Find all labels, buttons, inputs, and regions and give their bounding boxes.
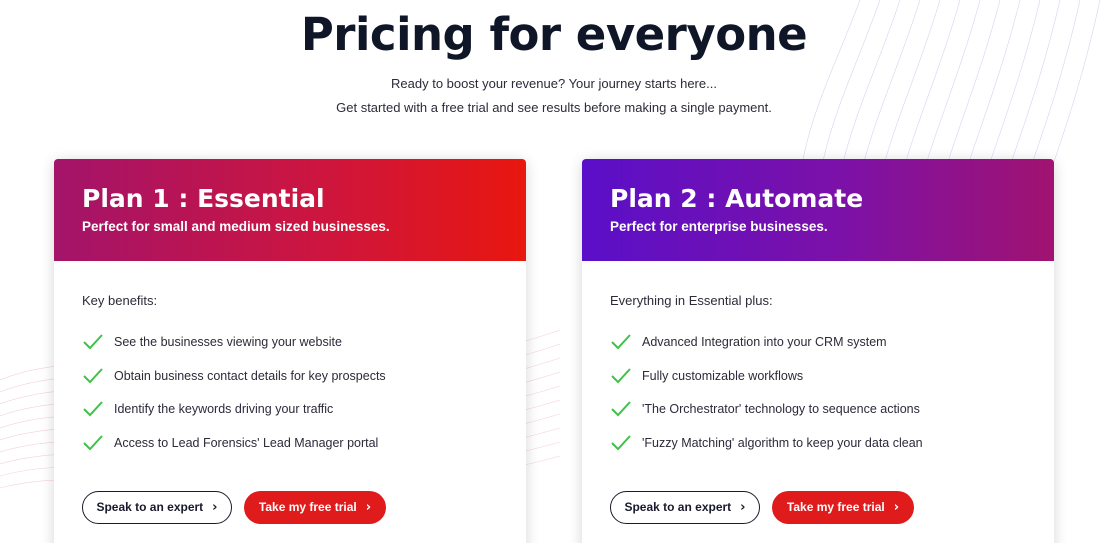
plan-actions: Speak to an expert › Take my free trial … — [82, 490, 498, 524]
plan-subtitle: Perfect for enterprise businesses. — [610, 219, 828, 234]
checkmark-icon — [611, 367, 631, 383]
benefit-text: Advanced Integration into your CRM syste… — [642, 334, 887, 349]
button-label: Speak to an expert — [96, 500, 204, 515]
chevron-right-icon: › — [740, 499, 746, 515]
benefit-text: Access to Lead Forensics' Lead Manager p… — [114, 435, 379, 450]
page-title: Pricing for everyone — [300, 8, 808, 61]
plan-title: Plan 1 : Essential — [82, 184, 325, 213]
benefit-item: 'The Orchestrator' technology to sequenc… — [610, 392, 1026, 426]
button-label: Take my free trial — [258, 500, 357, 515]
benefit-item: Fully customizable workflows — [610, 359, 1026, 393]
benefit-text: Identify the keywords driving your traff… — [114, 402, 334, 417]
hero-subtitle-line1: Ready to boost your revenue? Your journe… — [391, 76, 717, 91]
button-label: Take my free trial — [786, 500, 885, 515]
benefits-list: Advanced Integration into your CRM syste… — [610, 325, 1026, 460]
benefits-intro: Everything in Essential plus: — [610, 293, 773, 308]
checkmark-icon — [83, 401, 103, 417]
checkmark-icon — [83, 334, 103, 350]
checkmark-icon — [83, 435, 103, 451]
pricing-hero: Pricing for everyone Ready to boost your… — [0, 0, 1108, 120]
free-trial-button[interactable]: Take my free trial › — [244, 490, 386, 524]
benefit-text: 'The Orchestrator' technology to sequenc… — [642, 402, 920, 417]
benefit-text: Fully customizable workflows — [642, 368, 804, 383]
speak-to-expert-button[interactable]: Speak to an expert › — [610, 490, 760, 524]
plan-header: Plan 2 : Automate Perfect for enterprise… — [582, 159, 1054, 261]
plan-body: Everything in Essential plus: Advanced I… — [582, 261, 1054, 524]
chevron-right-icon: › — [893, 499, 900, 515]
benefit-item: Identify the keywords driving your traff… — [82, 392, 498, 426]
benefits-intro: Key benefits: — [82, 293, 158, 308]
benefits-list: See the businesses viewing your website … — [82, 325, 498, 460]
benefit-item: Obtain business contact details for key … — [82, 359, 498, 393]
plan-body: Key benefits: See the businesses viewing… — [54, 261, 526, 524]
button-label: Speak to an expert — [624, 500, 732, 515]
checkmark-icon — [611, 334, 631, 350]
benefit-text: Obtain business contact details for key … — [114, 368, 386, 383]
benefit-item: 'Fuzzy Matching' algorithm to keep your … — [610, 426, 1026, 460]
benefit-item: Access to Lead Forensics' Lead Manager p… — [82, 426, 498, 460]
plan-card-automate: Plan 2 : Automate Perfect for enterprise… — [582, 159, 1054, 543]
plan-card-essential: Plan 1 : Essential Perfect for small and… — [54, 159, 526, 543]
speak-to-expert-button[interactable]: Speak to an expert › — [82, 490, 232, 524]
checkmark-icon — [611, 401, 631, 417]
chevron-right-icon: › — [212, 499, 218, 515]
checkmark-icon — [611, 435, 631, 451]
free-trial-button[interactable]: Take my free trial › — [772, 490, 914, 524]
benefit-text: See the businesses viewing your website — [114, 334, 342, 349]
benefit-item: Advanced Integration into your CRM syste… — [610, 325, 1026, 359]
checkmark-icon — [83, 367, 103, 383]
plan-subtitle: Perfect for small and medium sized busin… — [82, 219, 390, 234]
benefit-text: 'Fuzzy Matching' algorithm to keep your … — [642, 435, 923, 450]
hero-subtitle-line2: Get started with a free trial and see re… — [336, 100, 772, 115]
plan-title: Plan 2 : Automate — [610, 184, 864, 213]
plan-header: Plan 1 : Essential Perfect for small and… — [54, 159, 526, 261]
plan-actions: Speak to an expert › Take my free trial … — [610, 490, 1026, 524]
benefit-item: See the businesses viewing your website — [82, 325, 498, 359]
chevron-right-icon: › — [365, 499, 372, 515]
